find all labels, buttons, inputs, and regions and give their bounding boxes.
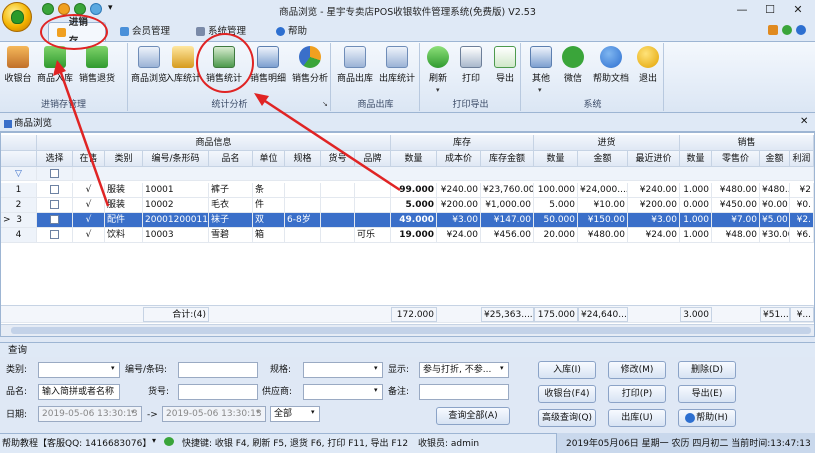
annotation-arrow-2 — [261, 97, 401, 192]
app-window: ▾ 商品浏览 - 星宇专卖店POS收银软件管理系统(免费版) V2.53 — ☐… — [0, 0, 815, 453]
annotation-arrow-1 — [58, 69, 110, 207]
annotation-arrowhead-2 — [254, 93, 269, 106]
annotation-arrowhead-1 — [53, 60, 66, 76]
annotation-arrows — [53, 60, 401, 207]
